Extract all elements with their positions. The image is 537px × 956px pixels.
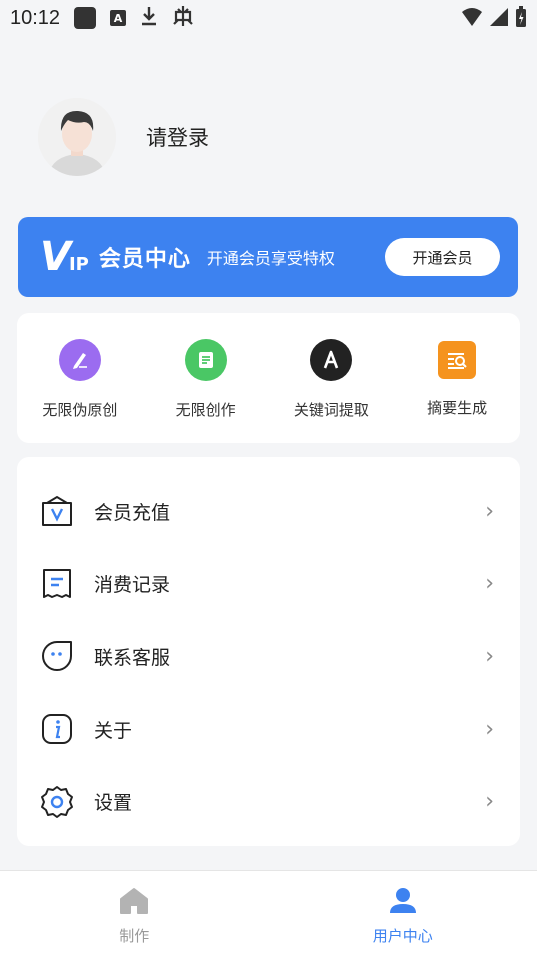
chevron-right-icon: › (485, 789, 494, 815)
chevron-right-icon: › (485, 716, 494, 742)
vip-banner[interactable]: V IP 会员中心 开通会员享受特权 开通会员 (18, 217, 518, 297)
home-icon (119, 887, 149, 919)
search-document-icon (438, 341, 477, 379)
vip-title: 会员中心 (98, 247, 191, 272)
status-bar: 10:12 A (0, 0, 537, 36)
feature-keyword[interactable]: 关键词提取 (276, 339, 386, 443)
letter-a-icon (310, 339, 353, 381)
avatar[interactable] (38, 98, 116, 176)
battery-icon (515, 6, 527, 33)
feature-create[interactable]: 无限创作 (151, 339, 261, 443)
a-box-icon: A (110, 10, 127, 26)
menu-item-service[interactable]: 联系客服 › (17, 620, 520, 693)
download-icon (140, 5, 158, 32)
chevron-right-icon: › (485, 498, 494, 524)
features-card: 无限伪原创 无限创作 关键词提取 摘要生成 (17, 313, 520, 443)
menu-item-about[interactable]: 关于 › (17, 693, 520, 766)
open-vip-button[interactable]: 开通会员 (385, 238, 500, 276)
wifi-icon (461, 7, 483, 32)
login-prompt[interactable]: 请登录 (146, 122, 209, 152)
tab-make[interactable]: 制作 (0, 871, 269, 956)
signal-icon (489, 7, 509, 32)
user-icon (388, 887, 418, 919)
menu-card: 会员充值 › 消费记录 › 联系客服 › 关于 › 设置 › (17, 457, 520, 846)
tab-user-center[interactable]: 用户中心 (269, 871, 537, 956)
vip-bag-icon (40, 494, 74, 528)
receipt-icon (40, 567, 74, 601)
menu-item-records[interactable]: 消费记录 › (17, 548, 520, 621)
chevron-right-icon: › (485, 571, 494, 597)
menu-item-recharge[interactable]: 会员充值 › (17, 475, 520, 548)
chat-icon (40, 639, 74, 673)
status-time: 10:12 (10, 6, 61, 29)
chevron-right-icon: › (485, 643, 494, 669)
feature-summary[interactable]: 摘要生成 (402, 339, 512, 443)
info-icon (40, 712, 74, 746)
bug-icon (172, 4, 194, 33)
app-square-icon (74, 7, 97, 29)
gear-icon (40, 785, 74, 819)
bottom-nav: 制作 用户中心 (0, 870, 537, 956)
menu-item-settings[interactable]: 设置 › (17, 765, 520, 838)
vip-logo: V IP (40, 234, 89, 280)
pen-icon (58, 339, 101, 381)
feature-rewrite[interactable]: 无限伪原创 (25, 339, 135, 443)
document-icon (184, 339, 227, 381)
profile-header[interactable]: 请登录 (38, 98, 209, 176)
vip-subtitle: 开通会员享受特权 (206, 249, 335, 268)
